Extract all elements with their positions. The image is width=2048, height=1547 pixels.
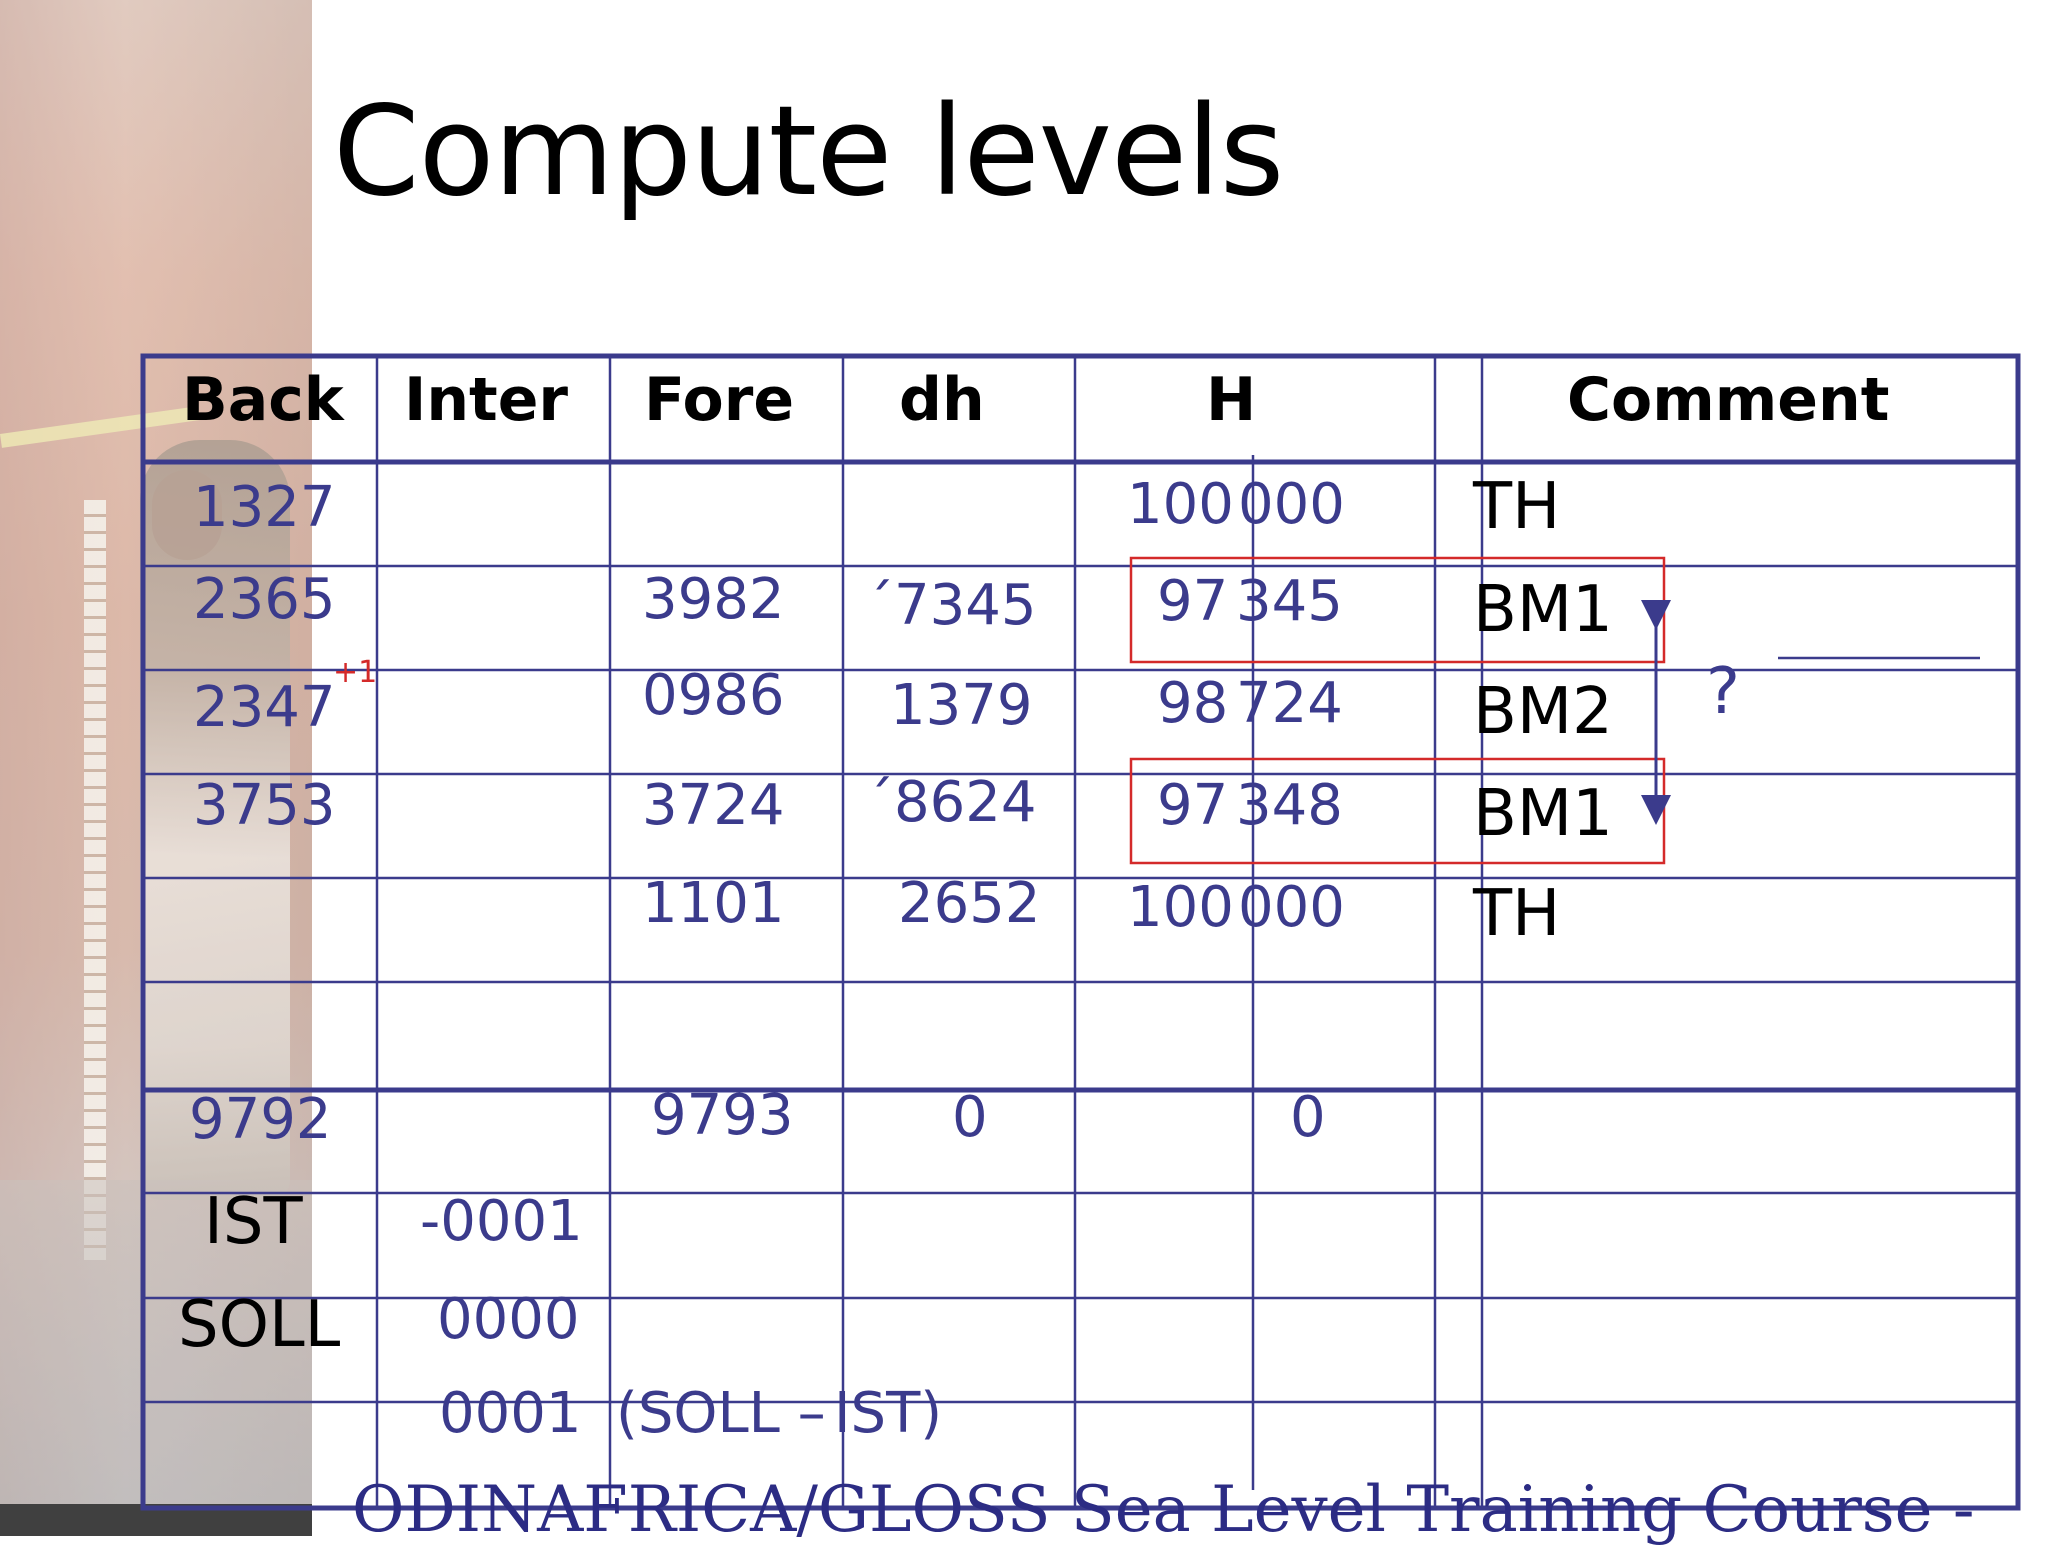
h-integer: 98 — [1157, 671, 1229, 736]
back-value: 3753 — [193, 773, 336, 838]
h-fraction: 000 — [1238, 875, 1345, 940]
header-fore: Fore — [644, 365, 795, 435]
header-inter: Inter — [404, 365, 569, 435]
difference-formula-right: IST) — [834, 1381, 943, 1446]
slide-title: Compute levels — [333, 80, 1284, 224]
fore-value: 3982 — [642, 567, 785, 632]
header-back: Back — [182, 365, 344, 435]
sum-h: 0 — [1290, 1085, 1326, 1150]
header-dh: dh — [899, 365, 985, 435]
back-value: 1327 — [193, 475, 336, 540]
comment-label: BM1 — [1473, 573, 1613, 647]
footer-course-title: ODINAFRICA/GLOSS Sea Level Training Cour… — [352, 1473, 1975, 1547]
h-fraction: 000 — [1238, 472, 1345, 537]
dh-value: ´8624 — [866, 770, 1037, 835]
h-integer: 100 — [1127, 875, 1234, 940]
dh-value: ´7345 — [866, 573, 1037, 638]
sum-fore: 9793 — [651, 1083, 794, 1148]
ist-value: -0001 — [420, 1189, 583, 1254]
h-integer: 97 — [1157, 773, 1229, 838]
comment-label: BM2 — [1473, 675, 1613, 749]
comment-label: TH — [1473, 470, 1561, 544]
fore-value: 3724 — [642, 773, 785, 838]
grid-lines — [140, 353, 2021, 1511]
h-fraction: 724 — [1236, 671, 1343, 736]
back-value: 2365 — [193, 567, 336, 632]
header-comment: Comment — [1567, 365, 1890, 435]
dh-value: 2652 — [898, 871, 1041, 936]
comment-label: BM1 — [1473, 777, 1613, 851]
sum-back: 9792 — [189, 1087, 332, 1152]
difference-formula-left: (SOLL – — [616, 1381, 826, 1446]
fore-value: 0986 — [642, 663, 785, 728]
correction-mark: +1 — [333, 655, 378, 690]
h-fraction: 348 — [1236, 773, 1343, 838]
h-fraction: 345 — [1236, 569, 1343, 634]
ist-label: IST — [204, 1185, 303, 1259]
question-mark: ? — [1706, 655, 1740, 729]
table-border — [140, 353, 2021, 1511]
h-integer: 97 — [1157, 569, 1229, 634]
fore-value: 1101 — [642, 871, 785, 936]
dh-value: 1379 — [890, 673, 1033, 738]
soll-label: SOLL — [178, 1288, 341, 1362]
sum-dh: 0 — [952, 1085, 988, 1150]
comment-label: TH — [1473, 877, 1561, 951]
difference-value: 0001 — [439, 1381, 582, 1446]
header-h: H — [1206, 365, 1257, 435]
h-integer: 100 — [1127, 472, 1234, 537]
back-value: 2347 — [193, 675, 336, 740]
soll-value: 0000 — [437, 1287, 580, 1352]
